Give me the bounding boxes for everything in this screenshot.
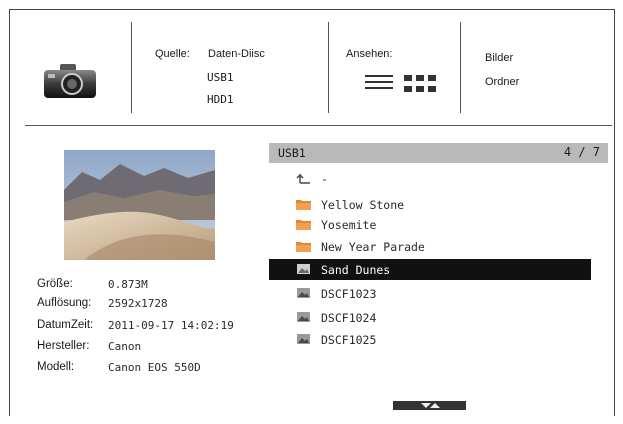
header-divider bbox=[460, 22, 461, 113]
info-model-label: Modell: bbox=[37, 361, 75, 373]
photo-file-icon bbox=[297, 288, 310, 298]
info-size-label: Größe: bbox=[37, 278, 73, 290]
info-resolution-label: Auflösung: bbox=[37, 297, 92, 309]
grid-view-icon[interactable] bbox=[404, 75, 436, 92]
folder-icon bbox=[296, 200, 311, 210]
list-item-label: DSCF1025 bbox=[321, 333, 377, 347]
list-item-label: Sand Dunes bbox=[321, 263, 391, 277]
header-divider bbox=[131, 22, 132, 113]
header-divider bbox=[328, 22, 329, 113]
list-item-label: DSCF1024 bbox=[321, 311, 377, 325]
photo-file-icon bbox=[297, 334, 310, 344]
list-item[interactable]: New Year Parade bbox=[269, 236, 591, 257]
info-manufacturer-label: Hersteller: bbox=[37, 340, 90, 352]
photo-preview-thumbnail bbox=[64, 150, 215, 260]
folder-icon bbox=[296, 220, 311, 230]
info-manufacturer-value: Canon bbox=[108, 340, 142, 353]
current-path: USB1 bbox=[278, 146, 306, 160]
parent-folder-label: - bbox=[321, 172, 328, 186]
list-item-label: Yosemite bbox=[321, 218, 377, 232]
info-model-value: Canon EOS 550D bbox=[108, 361, 201, 374]
list-item-selected[interactable]: Sand Dunes bbox=[269, 259, 591, 280]
info-datetime-label: DatumZeit: bbox=[37, 319, 94, 331]
view-label: Ansehen: bbox=[346, 48, 393, 60]
source-label: Quelle: bbox=[155, 48, 190, 60]
view-option-pictures[interactable]: Bilder bbox=[485, 52, 513, 64]
source-option-usb[interactable]: USB1 bbox=[207, 71, 234, 84]
list-item-label: New Year Parade bbox=[321, 240, 425, 254]
photo-file-icon bbox=[297, 264, 310, 274]
source-option-disc[interactable]: Daten-Diisc bbox=[208, 48, 265, 60]
info-size-value: 0.873M bbox=[108, 278, 148, 291]
page-indicator: 4 / 7 bbox=[563, 145, 600, 159]
up-arrow-icon bbox=[296, 173, 310, 184]
list-item[interactable]: DSCF1025 bbox=[269, 329, 591, 350]
list-item-label: DSCF1023 bbox=[321, 287, 377, 301]
info-resolution-value: 2592x1728 bbox=[108, 297, 168, 310]
camera-icon bbox=[44, 64, 96, 98]
info-datetime-value: 2011-09-17 14:02:19 bbox=[108, 319, 234, 332]
list-item[interactable]: DSCF1023 bbox=[269, 283, 591, 304]
scroll-arrows-button[interactable] bbox=[393, 401, 466, 410]
source-option-hdd[interactable]: HDD1 bbox=[207, 93, 234, 106]
view-option-folders[interactable]: Ordner bbox=[485, 76, 519, 88]
folder-icon bbox=[296, 242, 311, 252]
path-bar: USB1 4 / 7 bbox=[269, 143, 608, 163]
photo-file-icon bbox=[297, 312, 310, 322]
list-view-icon[interactable] bbox=[365, 75, 393, 89]
list-item-label: Yellow Stone bbox=[321, 198, 405, 212]
list-item[interactable]: DSCF1024 bbox=[269, 307, 591, 328]
parent-folder-row[interactable]: - bbox=[269, 168, 591, 189]
list-item[interactable]: Yosemite bbox=[269, 214, 591, 235]
header-separator bbox=[25, 125, 612, 126]
list-item[interactable]: Yellow Stone bbox=[269, 194, 591, 215]
